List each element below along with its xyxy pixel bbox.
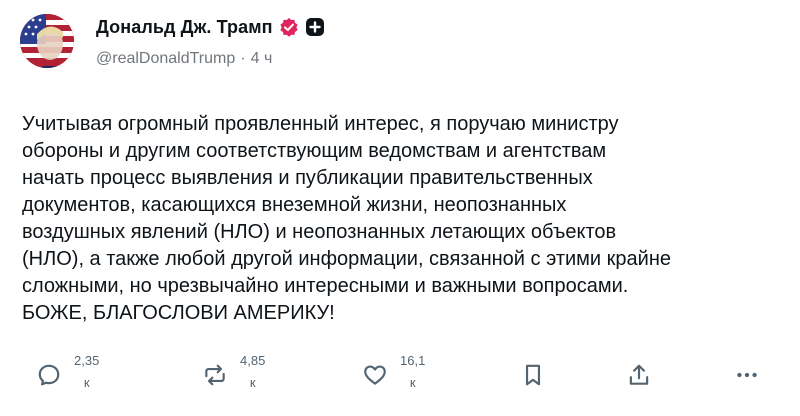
- separator-dot: ·: [240, 50, 246, 67]
- post-text-line: начать процесс выявления и публикации пр…: [22, 167, 593, 189]
- repost-count-unit: к: [249, 375, 256, 390]
- reply-count-unit: к: [83, 375, 90, 390]
- repost-button[interactable]: 4,85 к: [202, 352, 265, 394]
- repost-count: 4,85: [240, 353, 266, 368]
- author-handle[interactable]: @realDonaldTrump: [96, 50, 235, 68]
- verified-badge-icon: [279, 17, 299, 37]
- post-time[interactable]: 4 ч: [251, 50, 273, 68]
- share-icon: [629, 364, 649, 385]
- post-text-line: (НЛО), а также любой другой информации, …: [22, 248, 671, 270]
- post-text-line: воздушных явлений (НЛО) и неопознанных л…: [22, 221, 617, 243]
- bookmark-button[interactable]: [520, 352, 546, 388]
- reply-button[interactable]: 2,35 к: [36, 352, 99, 394]
- post-text: Учитывая огромный проявленный интерес, я…: [22, 111, 792, 327]
- reply-count: 2,35: [74, 353, 100, 368]
- bookmark-icon: [525, 364, 541, 386]
- post-text-line: обороны и другим соответствующим ведомст…: [22, 140, 607, 162]
- post-text-line: Учитывая огромный проявленный интерес, я…: [22, 113, 619, 135]
- follow-plus-icon[interactable]: [305, 17, 325, 37]
- author-display-name[interactable]: Дональд Дж. Трамп: [96, 17, 273, 38]
- post-text-line: документов, касающихся внеземной жизни, …: [22, 194, 567, 216]
- share-button[interactable]: [626, 352, 652, 388]
- post-text-line: сложными, но чрезвычайно интересными и в…: [22, 275, 629, 297]
- more-icon: [737, 372, 757, 378]
- like-button[interactable]: 16,1 к: [362, 352, 425, 394]
- like-count-unit: к: [409, 375, 416, 390]
- repost-icon: [205, 364, 225, 386]
- heart-icon: [364, 365, 386, 385]
- avatar-image: [20, 14, 74, 68]
- comment-icon: [38, 364, 60, 386]
- like-count: 16,1: [400, 353, 426, 368]
- more-button[interactable]: [734, 352, 760, 388]
- action-bar: 2,35 к 4,85 к 16,1 к: [36, 352, 770, 400]
- avatar[interactable]: [20, 14, 74, 68]
- post-text-line: БОЖЕ, БЛАГОСЛОВИ АМЕРИКУ!: [22, 302, 335, 324]
